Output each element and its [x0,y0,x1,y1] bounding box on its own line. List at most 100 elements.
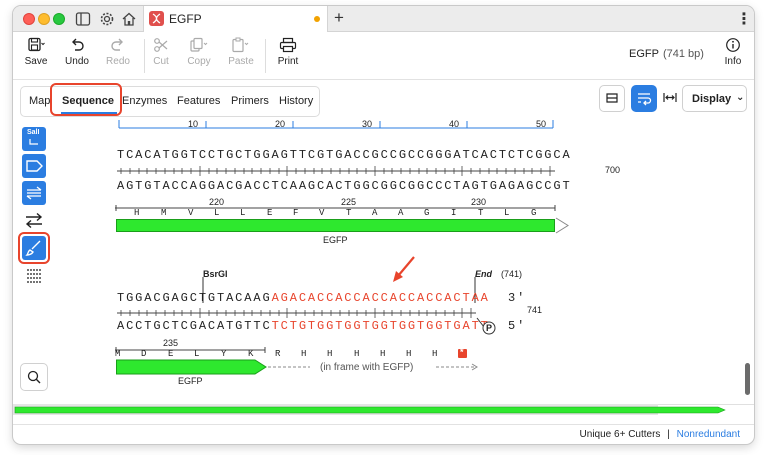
amino-acid: M [161,208,167,218]
brush-tool-highlight [18,232,50,264]
scissors-icon [154,38,168,52]
amino-acid: D [141,349,147,359]
egfp-feature-bar[interactable] [116,359,481,375]
end-position: (741) [501,269,523,279]
bottom-strand[interactable]: ACCTGCTCGACATGTTCTCTGTGGTGGTGGTGGTGGTGAT… [117,319,490,333]
tab-map[interactable]: Map [29,95,50,107]
amino-acid: I [451,208,457,218]
amino-acid: F [293,208,299,218]
amino-acid: H [406,349,412,359]
undo-button[interactable]: Undo [57,37,97,67]
gear-icon[interactable] [99,11,115,27]
info-icon [726,38,740,52]
app-window: EGFP + ⋮ Save Undo Redo Cut Copy Paste P… [13,6,754,444]
amino-acid: G [531,208,537,218]
toolbar-separator [265,39,266,73]
amino-acid: E [267,208,273,218]
enzyme-tool-button[interactable]: SalI [22,127,46,151]
document-tab[interactable]: EGFP [143,6,328,32]
sequence-tab-highlight [50,83,122,116]
translation-tool-button[interactable] [22,264,46,288]
display-dropdown[interactable]: Display ⌄ [682,85,747,112]
cut-button[interactable]: Cut [141,37,181,67]
toolbar: Save Undo Redo Cut Copy Paste Print EGFP… [13,33,754,80]
stop-codon-icon: * [458,347,467,358]
vertical-scrollbar[interactable] [745,363,750,395]
amino-acid: G [424,208,430,218]
orientation-tool-button[interactable] [22,208,46,232]
tab-history[interactable]: History [279,95,313,107]
translation-frame [115,347,266,353]
amino-acid: L [214,208,220,218]
annotation-arrow [393,256,415,282]
unique-cutters-label[interactable]: Unique 6+ Cutters [580,429,661,440]
ruler-tick-label: 30 [362,119,373,129]
translation-frame [115,205,556,211]
print-button[interactable]: Print [268,37,308,67]
search-button[interactable] [20,363,48,391]
redo-label: Redo [106,56,130,67]
sequence-position: 700 [605,165,621,175]
tab-title: EGFP [169,12,202,26]
top-strand-his-tag: AGACACCACCACCACCACCACTAA [271,291,490,305]
strand-end-label: 3' [508,291,527,305]
tab-primers[interactable]: Primers [231,95,269,107]
save-button[interactable]: Save [16,37,56,67]
paste-button[interactable]: Paste [221,37,261,67]
cut-label: Cut [153,56,169,67]
display-label: Display [692,93,732,105]
tab-enzymes[interactable]: Enzymes [122,95,167,107]
status-separator: | [667,429,670,440]
promoter-badge: P [486,323,493,333]
redo-button[interactable]: Redo [98,37,138,67]
print-label: Print [277,56,299,67]
unsaved-indicator [314,16,320,22]
egfp-feature-bar[interactable] [116,219,555,232]
strand-end-label: 5' [508,319,527,333]
aa-position: 225 [341,197,357,207]
bottom-strand[interactable]: AGTGTACCAGGACGACCTCAAGCACTGGCGGCGGCCCTAG… [117,179,572,193]
amino-acid: A [372,208,378,218]
ruler-tick-label: 10 [188,119,199,129]
ruler-tick-label: 40 [449,119,460,129]
strand-tick-line [117,166,555,176]
feature-continues-arrow [555,217,569,234]
minimize-window-button[interactable] [38,13,50,25]
close-window-button[interactable] [23,13,35,25]
undo-icon [72,38,84,51]
end-label: End [475,269,492,279]
zoom-window-button[interactable] [53,13,65,25]
sequence-length: (741 bp) [662,48,704,60]
new-tab-button[interactable]: + [334,8,344,28]
frame-note: (in frame with EGFP) [320,362,414,373]
bsrgi-site-label[interactable]: BsrGI [203,269,228,279]
top-strand[interactable]: TCACATGGTCCTGCTGGAGTTCGTGACCGCCGCCGGGATC… [117,148,572,162]
top-strand[interactable]: TGGACGAGCTGTACAAGAGACACCACCACCACCACCACTA… [117,291,490,305]
nonredundant-link[interactable]: Nonredundant [677,429,740,440]
info-button[interactable]: Info [713,37,753,67]
paste-label: Paste [228,56,254,67]
amino-acid: Y [221,349,227,359]
save-label: Save [24,56,48,67]
amino-acid: H [380,349,386,359]
primer-tool-button[interactable] [22,181,46,205]
linear-view-button[interactable] [599,85,625,112]
home-icon[interactable] [121,11,137,27]
sidebar-toggle-icon[interactable] [75,11,91,27]
amino-acid: K [248,349,254,359]
copy-button[interactable]: Copy [179,37,219,67]
fit-width-button[interactable] [659,85,681,112]
fit-width-icon [663,93,677,102]
cut-site-icon [29,139,38,145]
feature-tool-button[interactable] [22,154,46,178]
paste-icon [232,37,249,53]
wrap-text-button[interactable] [631,85,657,112]
copy-icon [190,37,208,52]
tab-features[interactable]: Features [177,95,220,107]
amino-acid: T [346,208,352,218]
more-menu-icon[interactable]: ⋮ [736,9,752,29]
text-wrap-icon [638,93,652,106]
redo-icon [111,38,123,51]
amino-acid: H [432,349,438,359]
amino-acid: T [478,208,484,218]
